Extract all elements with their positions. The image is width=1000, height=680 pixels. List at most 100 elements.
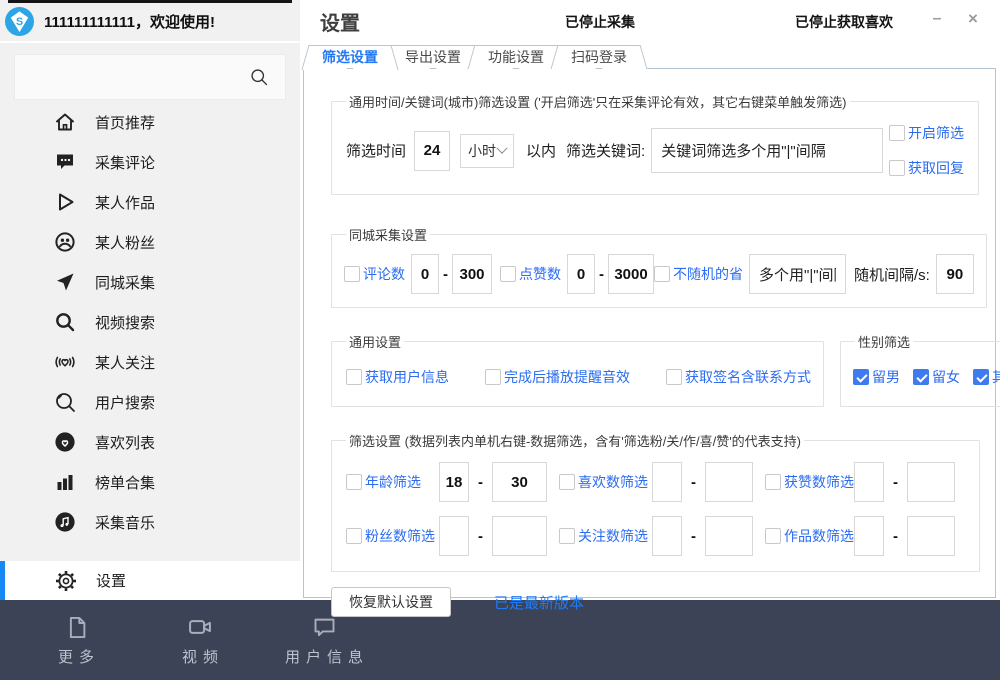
footer-item-video[interactable]: 视频 bbox=[154, 613, 246, 667]
comment-count-max-input[interactable] bbox=[452, 254, 492, 294]
enable-filter-label: 开启筛选 bbox=[908, 123, 964, 143]
sidebar-item-city-collect[interactable]: 同城采集 bbox=[0, 262, 300, 302]
non-random-province-option[interactable]: 不随机的省 bbox=[654, 264, 743, 284]
signature-contact-label: 获取签名含联系方式 bbox=[685, 367, 811, 387]
sidebar-item-video-search[interactable]: 视频搜索 bbox=[0, 302, 300, 342]
filter-keyword-label: 筛选关键词: bbox=[566, 140, 645, 161]
sidebar-item-label: 喜欢列表 bbox=[95, 432, 155, 453]
play-sound-checkbox[interactable] bbox=[485, 369, 501, 385]
follow-max-input[interactable] bbox=[705, 516, 753, 556]
like-count-checkbox[interactable] bbox=[500, 266, 516, 282]
gender-female-checkbox[interactable] bbox=[913, 369, 929, 385]
follow-filter-checkbox[interactable] bbox=[559, 528, 575, 544]
footer-item-user-info[interactable]: 用户信息 bbox=[278, 614, 370, 667]
like-count-option[interactable]: 点赞数 bbox=[500, 264, 561, 284]
app-logo-icon: S bbox=[4, 6, 35, 37]
signature-contact-checkbox[interactable] bbox=[666, 369, 682, 385]
age-min-input[interactable] bbox=[439, 462, 469, 502]
like-filter-checkbox[interactable] bbox=[559, 474, 575, 490]
follow-filter-option[interactable]: 关注数筛选 bbox=[559, 526, 648, 546]
fans-min-input[interactable] bbox=[439, 516, 469, 556]
praise-max-input[interactable] bbox=[907, 462, 955, 502]
tab-qr-login[interactable]: 扫码登录 bbox=[554, 45, 644, 69]
signature-contact-option[interactable]: 获取签名含联系方式 bbox=[666, 367, 811, 387]
age-max-input[interactable] bbox=[492, 462, 547, 502]
restore-defaults-button[interactable]: 恢复默认设置 bbox=[331, 587, 451, 617]
gender-male-checkbox[interactable] bbox=[853, 369, 869, 385]
sidebar-item-home-recommend[interactable]: 首页推荐 bbox=[0, 102, 300, 142]
latest-version-link[interactable]: 已是最新版本 bbox=[494, 592, 584, 613]
like-filter-option[interactable]: 喜欢数筛选 bbox=[559, 472, 648, 492]
minimize-icon[interactable]: – bbox=[926, 8, 948, 30]
filter-time-input[interactable] bbox=[414, 131, 450, 171]
non-random-province-checkbox[interactable] bbox=[654, 266, 670, 282]
praise-filter-label: 获赞数筛选 bbox=[784, 472, 854, 492]
age-filter-checkbox[interactable] bbox=[346, 474, 362, 490]
comment-count-checkbox[interactable] bbox=[344, 266, 360, 282]
sidebar-item-someone-follow[interactable]: 某人关注 bbox=[0, 342, 300, 382]
tab-label: 功能设置 bbox=[488, 49, 544, 65]
enable-filter-checkbox[interactable] bbox=[889, 125, 905, 141]
enable-filter-option[interactable]: 开启筛选 bbox=[889, 123, 964, 143]
tab-export-settings[interactable]: 导出设置 bbox=[388, 45, 478, 69]
tab-filter-settings[interactable]: 筛选设置 bbox=[305, 45, 395, 70]
bar-chart-icon bbox=[52, 470, 78, 494]
comment-count-option[interactable]: 评论数 bbox=[344, 264, 405, 284]
gender-male-option[interactable]: 留男 bbox=[853, 367, 900, 387]
page-title: 设置 bbox=[320, 7, 360, 36]
sidebar-item-settings[interactable]: 设置 bbox=[0, 561, 300, 600]
works-min-input[interactable] bbox=[854, 516, 884, 556]
svg-text:S: S bbox=[16, 16, 23, 28]
comment-count-min-input[interactable] bbox=[411, 254, 439, 294]
range-dash: - bbox=[691, 474, 696, 491]
fans-max-input[interactable] bbox=[492, 516, 547, 556]
sidebar-item-label: 某人关注 bbox=[95, 352, 155, 373]
play-sound-option[interactable]: 完成后播放提醒音效 bbox=[485, 367, 630, 387]
sidebar-item-collect-music[interactable]: 采集音乐 bbox=[0, 502, 300, 542]
like-min-input[interactable] bbox=[652, 462, 682, 502]
get-user-info-option[interactable]: 获取用户信息 bbox=[346, 367, 449, 387]
sidebar-item-label: 某人粉丝 bbox=[95, 232, 155, 253]
sidebar-item-collect-comments[interactable]: 采集评论 bbox=[0, 142, 300, 182]
sidebar-item-like-list[interactable]: 喜欢列表 bbox=[0, 422, 300, 462]
gender-other-checkbox[interactable] bbox=[973, 369, 989, 385]
works-filter-option[interactable]: 作品数筛选 bbox=[765, 526, 854, 546]
follow-min-input[interactable] bbox=[652, 516, 682, 556]
like-max-input[interactable] bbox=[705, 462, 753, 502]
filter-keyword-input[interactable] bbox=[651, 128, 883, 173]
get-user-info-checkbox[interactable] bbox=[346, 369, 362, 385]
play-icon bbox=[52, 190, 78, 214]
range-dash: - bbox=[599, 266, 604, 283]
search-icon[interactable] bbox=[249, 67, 270, 88]
gender-other-option[interactable]: 其它 bbox=[973, 367, 1000, 387]
praise-min-input[interactable] bbox=[854, 462, 884, 502]
sidebar-search[interactable] bbox=[14, 54, 286, 100]
sidebar-item-someone-works[interactable]: 某人作品 bbox=[0, 182, 300, 222]
works-filter-checkbox[interactable] bbox=[765, 528, 781, 544]
sidebar-item-someone-fans[interactable]: 某人粉丝 bbox=[0, 222, 300, 262]
get-reply-option[interactable]: 获取回复 bbox=[889, 158, 964, 178]
within-label: 以内 bbox=[526, 140, 556, 161]
fans-filter-option[interactable]: 粉丝数筛选 bbox=[346, 526, 435, 546]
praise-filter-option[interactable]: 获赞数筛选 bbox=[765, 472, 854, 492]
collect-status-text: 已停止采集 bbox=[565, 12, 635, 32]
praise-filter-checkbox[interactable] bbox=[765, 474, 781, 490]
sidebar-item-rank-collection[interactable]: 榜单合集 bbox=[0, 462, 300, 502]
music-icon bbox=[52, 510, 78, 534]
footer-item-label: 用户信息 bbox=[279, 646, 369, 667]
fans-filter-checkbox[interactable] bbox=[346, 528, 362, 544]
sidebar-item-user-search[interactable]: 用户搜索 bbox=[0, 382, 300, 422]
province-list-input[interactable] bbox=[749, 254, 846, 294]
tab-function-settings[interactable]: 功能设置 bbox=[471, 45, 561, 69]
close-icon[interactable]: × bbox=[962, 8, 984, 30]
footer-item-more[interactable]: 更多 bbox=[30, 614, 122, 667]
like-count-max-input[interactable] bbox=[608, 254, 654, 294]
comment-count-label: 评论数 bbox=[363, 264, 405, 284]
like-count-min-input[interactable] bbox=[567, 254, 595, 294]
get-reply-checkbox[interactable] bbox=[889, 160, 905, 176]
works-max-input[interactable] bbox=[907, 516, 955, 556]
age-filter-option[interactable]: 年龄筛选 bbox=[346, 472, 421, 492]
gender-female-option[interactable]: 留女 bbox=[913, 367, 960, 387]
time-unit-select[interactable]: 小时 bbox=[460, 134, 514, 168]
random-interval-input[interactable] bbox=[936, 254, 974, 294]
